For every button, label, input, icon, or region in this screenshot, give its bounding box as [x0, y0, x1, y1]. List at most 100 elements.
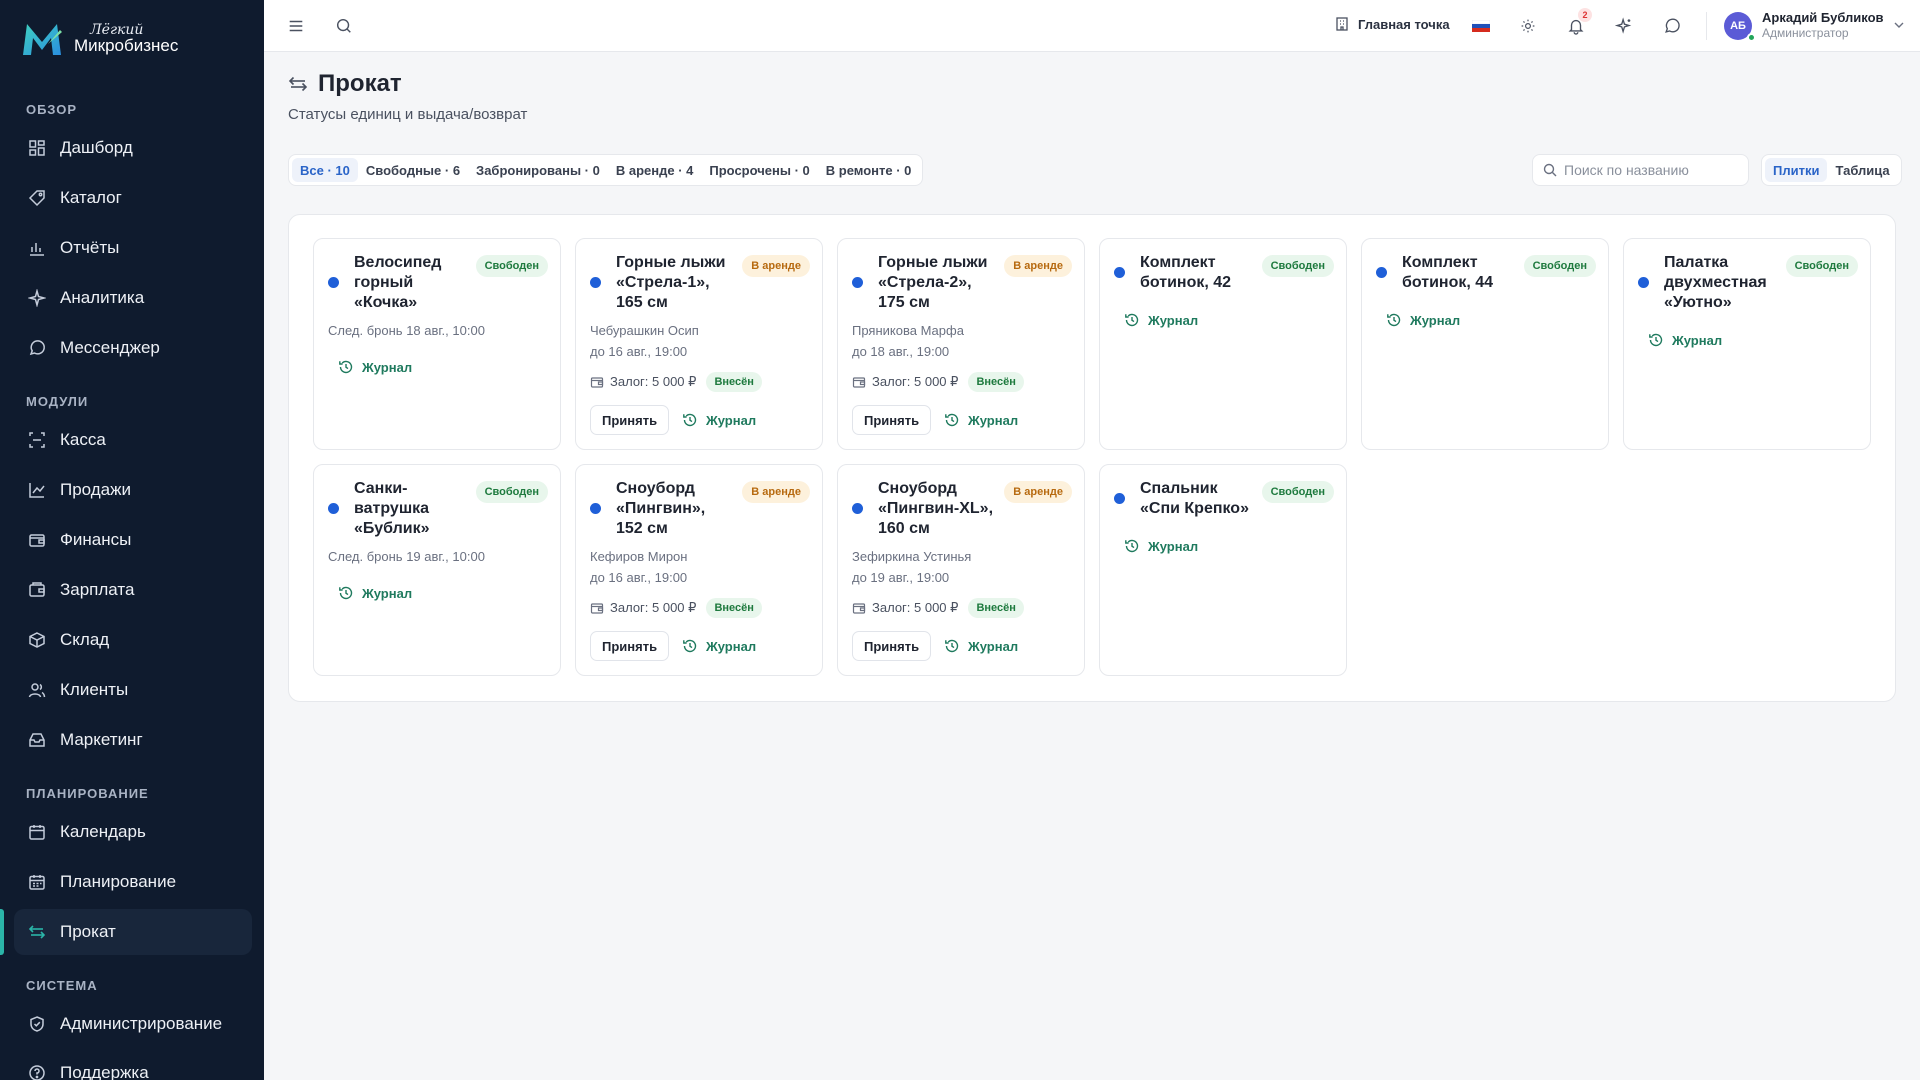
sidebar-item-clients[interactable]: Клиенты: [14, 667, 252, 713]
filter-repair[interactable]: В ремонте · 0: [818, 158, 920, 182]
accept-button[interactable]: Принять: [852, 631, 932, 661]
journal-link[interactable]: Журнал: [682, 638, 756, 654]
view-tiles-button[interactable]: Плитки: [1765, 158, 1828, 182]
sidebar-item-dashboard[interactable]: Дашборд: [14, 125, 252, 171]
history-icon: [1386, 312, 1402, 328]
wallet-icon: [590, 375, 604, 389]
filter-rented[interactable]: В аренде · 4: [608, 158, 702, 182]
calendar-icon: [28, 823, 46, 841]
unit-card[interactable]: Спальник «Спи Крепко» Свободен Журнал: [1099, 464, 1347, 676]
unit-card[interactable]: Сноуборд «Пингвин-XL», 160 см В аренде З…: [837, 464, 1085, 676]
accept-button[interactable]: Принять: [590, 405, 670, 435]
sidebar-item-label: Продажи: [60, 480, 131, 499]
sidebar-item-marketing[interactable]: Маркетинг: [14, 717, 252, 763]
sidebar-item-label: Клиенты: [60, 680, 129, 699]
unit-card[interactable]: Горные лыжи «Стрела-1», 165 см В аренде …: [575, 238, 823, 450]
paid-badge: Внесён: [706, 598, 762, 618]
sidebar-item-calendar[interactable]: Календарь: [14, 809, 252, 855]
status-dot: [328, 503, 339, 514]
unit-card[interactable]: Комплект ботинок, 44 Свободен Журнал: [1361, 238, 1609, 450]
history-icon: [682, 638, 698, 654]
status-badge: В аренде: [742, 481, 810, 503]
journal-link[interactable]: Журнал: [1386, 312, 1460, 328]
journal-label: Журнал: [1148, 538, 1199, 554]
sidebar-item-warehouse[interactable]: Склад: [14, 617, 252, 663]
history-icon: [338, 359, 354, 375]
journal-link[interactable]: Журнал: [944, 412, 1018, 428]
online-status-dot: [1747, 33, 1756, 42]
unit-card[interactable]: Сноуборд «Пингвин», 152 см В аренде Кефи…: [575, 464, 823, 676]
active-indicator: [0, 909, 4, 955]
cash-register-icon: [28, 431, 46, 449]
paid-badge: Внесён: [706, 372, 762, 392]
sidebar-item-rental[interactable]: Прокат: [14, 909, 252, 955]
journal-link[interactable]: Журнал: [682, 412, 756, 428]
accept-button[interactable]: Принять: [852, 405, 932, 435]
location-selector[interactable]: Главная точка: [1334, 16, 1450, 32]
accept-button[interactable]: Принять: [590, 631, 670, 661]
sidebar-item-admin[interactable]: Администрирование: [14, 1001, 252, 1047]
sidebar-item-planning[interactable]: Планирование: [14, 859, 252, 905]
menu-icon[interactable]: [284, 14, 308, 38]
status-dot: [590, 277, 601, 288]
sidebar-item-reports[interactable]: Отчёты: [14, 225, 252, 271]
journal-label: Журнал: [1148, 312, 1199, 328]
chat-icon[interactable]: [1660, 14, 1684, 38]
renter-name: Кефиров Мирон: [590, 549, 688, 564]
journal-label: Журнал: [706, 638, 757, 654]
unit-name: Велосипед горный «Кочка»: [354, 254, 442, 311]
search-icon[interactable]: [332, 14, 356, 38]
sidebar-item-label: Календарь: [60, 822, 146, 841]
sidebar-item-sales[interactable]: Продажи: [14, 467, 252, 513]
unit-card[interactable]: Палатка двухместная «Уютно» Свободен Жур…: [1623, 238, 1871, 450]
theme-sun-icon[interactable]: [1516, 14, 1540, 38]
unit-card[interactable]: Санки-ватрушка «Бублик» Свободен След. б…: [313, 464, 561, 676]
planning-icon: [28, 873, 46, 891]
brand-logo[interactable]: Лёгкий Микробизнес: [0, 0, 264, 78]
sidebar-item-label: Отчёты: [60, 238, 120, 257]
deposit-info: Залог: 5 000 ₽ Внесён: [852, 372, 1024, 392]
page-title: Прокат: [318, 70, 402, 97]
sidebar-item-cash[interactable]: Касса: [14, 417, 252, 463]
search-input[interactable]: [1564, 162, 1734, 178]
renter-name: Зефиркина Устинья: [852, 549, 972, 564]
view-table-button[interactable]: Таблица: [1827, 158, 1897, 182]
status-dot: [852, 277, 863, 288]
unit-name: Комплект ботинок, 44: [1402, 254, 1494, 291]
history-icon: [944, 412, 960, 428]
journal-link[interactable]: Журнал: [338, 585, 412, 601]
deposit-info: Залог: 5 000 ₽ Внесён: [590, 598, 762, 618]
user-menu[interactable]: Аркадий Бубликов Администратор: [1762, 10, 1884, 40]
sidebar-item-catalog[interactable]: Каталог: [14, 175, 252, 221]
search-icon: [1543, 163, 1557, 177]
journal-link[interactable]: Журнал: [1124, 538, 1198, 554]
unit-card[interactable]: Горные лыжи «Стрела-2», 175 см В аренде …: [837, 238, 1085, 450]
status-badge: Свободен: [475, 481, 548, 503]
journal-link[interactable]: Журнал: [1648, 332, 1722, 348]
sidebar-item-salary[interactable]: Зарплата: [14, 567, 252, 613]
chevron-down-icon[interactable]: [1892, 18, 1906, 32]
sidebar-item-label: Поддержка: [60, 1063, 149, 1080]
journal-link[interactable]: Журнал: [944, 638, 1018, 654]
journal-link[interactable]: Журнал: [338, 359, 412, 375]
location-label: Главная точка: [1358, 16, 1450, 32]
nav-section-modules: МОДУЛИ: [26, 394, 89, 409]
next-booking: След. бронь 18 авг., 10:00: [328, 323, 485, 338]
sidebar-item-support[interactable]: Поддержка: [14, 1050, 252, 1080]
filter-overdue[interactable]: Просрочены · 0: [701, 158, 817, 182]
filter-reserved[interactable]: Забронированы · 0: [468, 158, 608, 182]
sidebar-item-messenger[interactable]: Мессенджер: [14, 325, 252, 371]
page-subtitle: Статусы единиц и выдача/возврат: [288, 106, 528, 123]
ai-sparkle-icon[interactable]: [1612, 14, 1636, 38]
sidebar-item-analytics[interactable]: Аналитика: [14, 275, 252, 321]
journal-link[interactable]: Журнал: [1124, 312, 1198, 328]
unit-name: Спальник «Спи Крепко»: [1140, 480, 1249, 517]
russia-flag-icon[interactable]: [1472, 20, 1490, 32]
sidebar-item-finance[interactable]: Финансы: [14, 517, 252, 563]
rent-due: до 16 авг., 19:00: [590, 570, 688, 585]
filter-all[interactable]: Все · 10: [292, 158, 358, 182]
unit-name: Горные лыжи «Стрела-1», 165 см: [616, 254, 726, 311]
unit-card[interactable]: Комплект ботинок, 42 Свободен Журнал: [1099, 238, 1347, 450]
filter-free[interactable]: Свободные · 6: [358, 158, 468, 182]
unit-card[interactable]: Велосипед горный «Кочка» Свободен След. …: [313, 238, 561, 450]
